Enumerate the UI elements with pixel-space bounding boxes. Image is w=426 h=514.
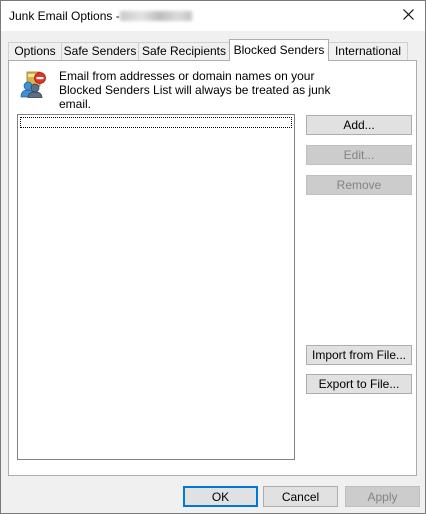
remove-button[interactable]: Remove (306, 175, 412, 195)
window-title: Junk Email Options - (9, 9, 120, 23)
title-bar: Junk Email Options - (1, 1, 425, 31)
export-to-file-button[interactable]: Export to File... (306, 374, 412, 394)
tab-safe-senders[interactable]: Safe Senders (61, 42, 139, 60)
blocked-senders-icon (18, 70, 46, 99)
add-button[interactable]: Add... (306, 115, 412, 135)
tab-options[interactable]: Options (8, 42, 62, 60)
blocked-senders-panel: Email from addresses or domain names on … (8, 60, 417, 476)
tab-blocked-senders[interactable]: Blocked Senders (229, 39, 329, 61)
cancel-button[interactable]: Cancel (263, 486, 338, 507)
list-focus-row[interactable] (20, 117, 292, 128)
import-from-file-button[interactable]: Import from File... (306, 345, 412, 365)
close-button[interactable] (391, 1, 425, 31)
edit-button[interactable]: Edit... (306, 145, 412, 165)
redacted-account-name (120, 11, 192, 21)
close-icon (402, 9, 414, 23)
ok-button[interactable]: OK (183, 486, 258, 507)
tab-international[interactable]: International (328, 42, 408, 60)
blocked-senders-description: Email from addresses or domain names on … (59, 69, 331, 111)
apply-button[interactable]: Apply (345, 486, 420, 507)
tab-safe-recipients[interactable]: Safe Recipients (138, 42, 230, 60)
blocked-senders-list[interactable] (17, 114, 295, 460)
junk-email-options-dialog: Junk Email Options - Options Safe Sender… (0, 0, 426, 514)
